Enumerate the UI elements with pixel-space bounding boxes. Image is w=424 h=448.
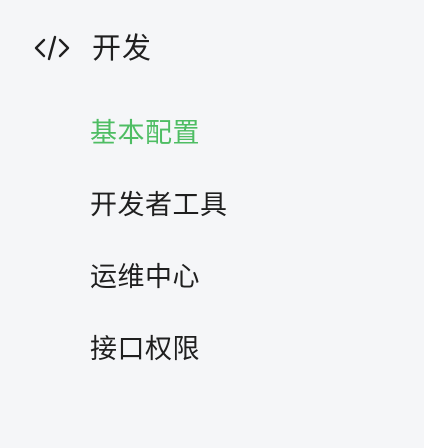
menu-item-basic-config[interactable]: 基本配置: [90, 110, 390, 158]
menu-item-ops-center[interactable]: 运维中心: [90, 254, 390, 302]
menu-list: 基本配置 开发者工具 运维中心 接口权限: [90, 110, 390, 398]
sidebar-nav: 开发 基本配置 开发者工具 运维中心 接口权限: [0, 0, 424, 448]
menu-item-developer-tools[interactable]: 开发者工具: [90, 182, 390, 230]
section-header-develop[interactable]: 开发: [34, 26, 152, 70]
menu-item-api-permissions[interactable]: 接口权限: [90, 326, 390, 374]
section-title: 开发: [92, 31, 153, 65]
code-icon: [34, 34, 70, 62]
